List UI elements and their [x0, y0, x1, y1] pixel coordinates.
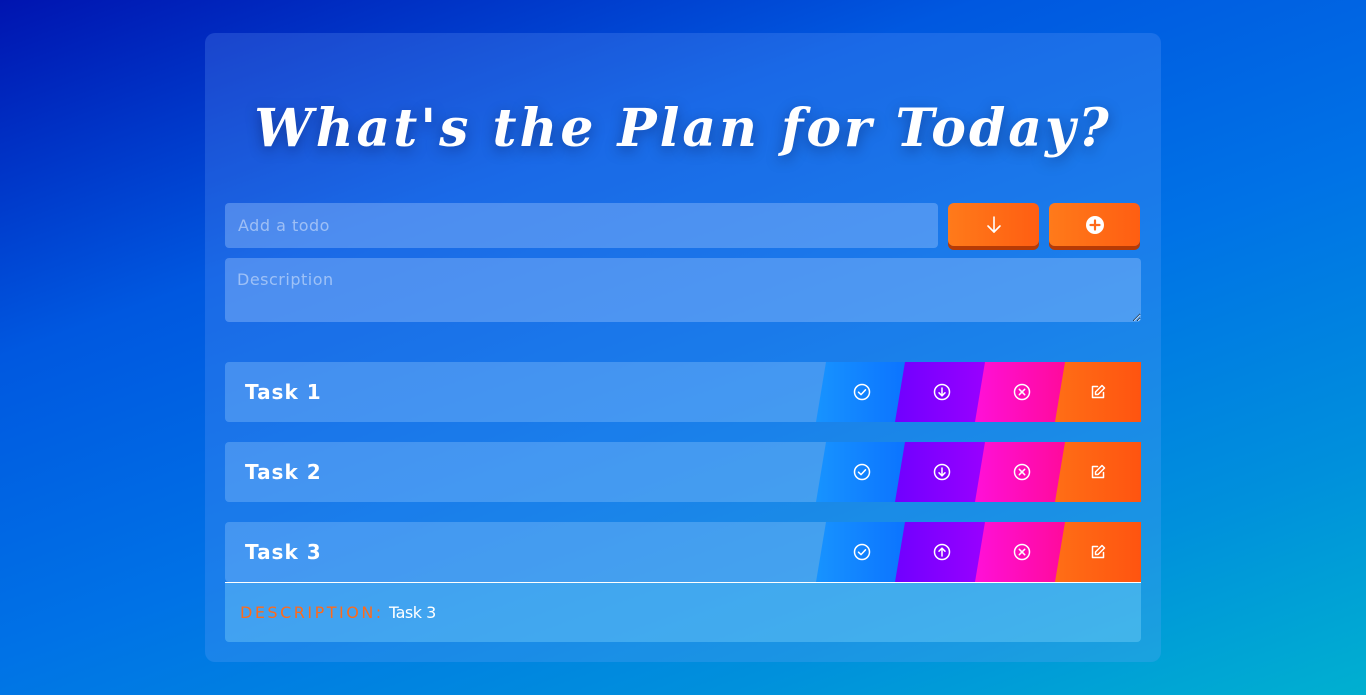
todo-item-label: Task 1 [245, 380, 322, 404]
mark-done-button[interactable] [816, 522, 908, 582]
edit-icon [1089, 383, 1107, 401]
expand-task-button[interactable] [895, 442, 988, 502]
description-input[interactable] [225, 258, 1141, 322]
check-circle-icon [853, 383, 871, 401]
expand-description-button[interactable] [948, 203, 1039, 246]
x-circle-icon [1013, 383, 1031, 401]
edit-icon [1089, 543, 1107, 561]
todo-item: Task 1 [225, 362, 1141, 422]
todo-item: Task 2 [225, 442, 1141, 502]
edit-task-button[interactable] [1055, 522, 1141, 582]
add-todo-button[interactable] [1049, 203, 1140, 246]
todo-item: Task 3 [225, 522, 1141, 582]
mark-done-button[interactable] [816, 362, 908, 422]
todo-item-label: Task 2 [245, 460, 322, 484]
edit-task-button[interactable] [1055, 362, 1141, 422]
arrow-down-circle-icon [933, 463, 951, 481]
delete-task-button[interactable] [975, 362, 1068, 422]
delete-task-button[interactable] [975, 442, 1068, 502]
check-circle-icon [853, 463, 871, 481]
delete-task-button[interactable] [975, 522, 1068, 582]
check-circle-icon [853, 543, 871, 561]
todo-app: What's the Plan for Today? Task 1 [205, 33, 1161, 662]
edit-task-button[interactable] [1055, 442, 1141, 502]
description-label: DESCRIPTION: [240, 603, 384, 622]
arrow-down-icon [986, 215, 1002, 234]
task-description-panel: DESCRIPTION: Task 3 [225, 582, 1141, 642]
x-circle-icon [1013, 543, 1031, 561]
description-text: Task 3 [389, 603, 436, 622]
x-circle-icon [1013, 463, 1031, 481]
plus-circle-icon [1085, 215, 1105, 235]
mark-done-button[interactable] [816, 442, 908, 502]
arrow-up-circle-icon [933, 543, 951, 561]
edit-icon [1089, 463, 1107, 481]
collapse-task-button[interactable] [895, 522, 988, 582]
todo-item-label: Task 3 [245, 540, 322, 564]
arrow-down-circle-icon [933, 383, 951, 401]
todo-input[interactable] [225, 203, 938, 248]
page-title: What's the Plan for Today? [254, 98, 1112, 159]
expand-task-button[interactable] [895, 362, 988, 422]
